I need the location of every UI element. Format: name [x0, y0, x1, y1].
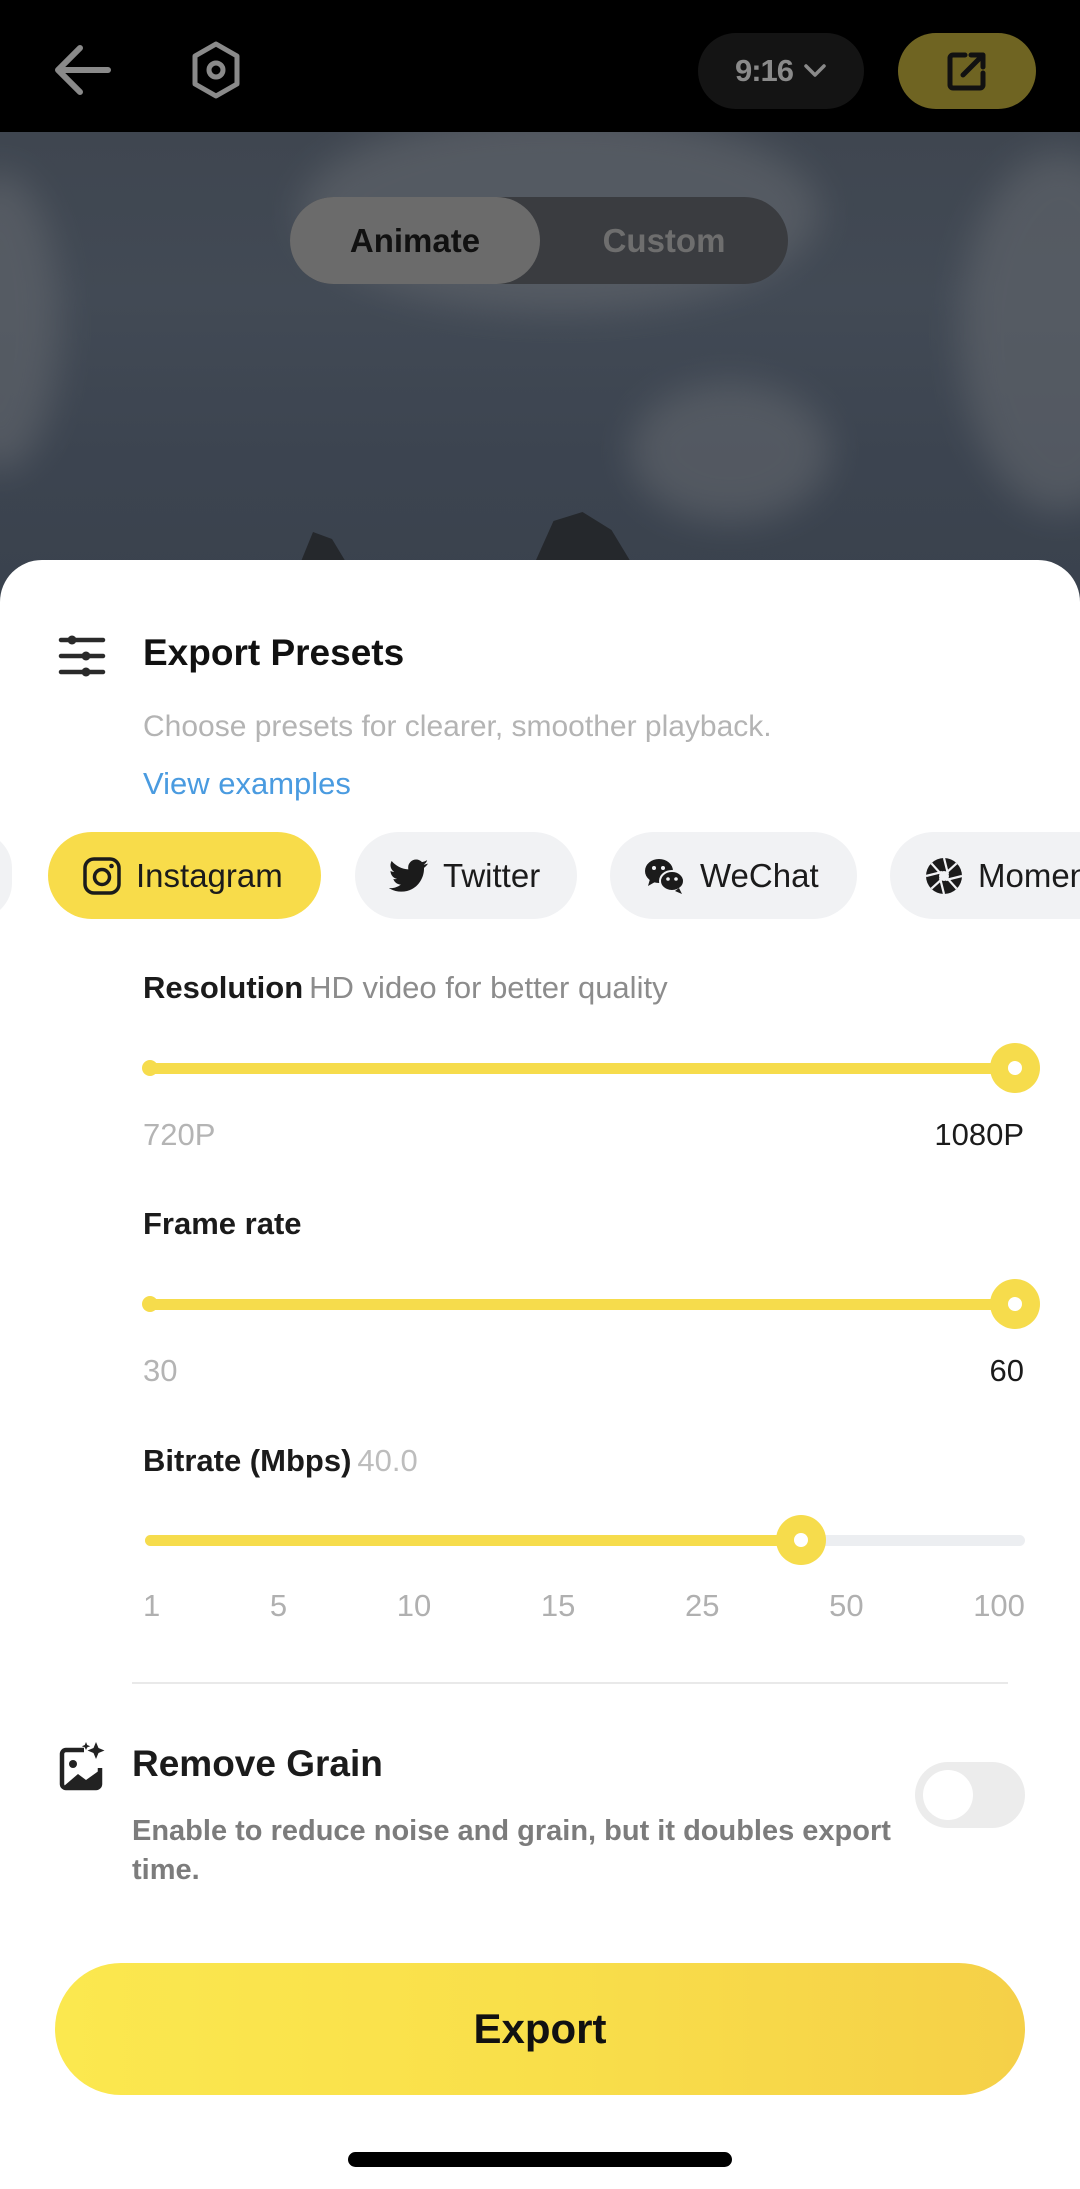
preset-chip-moments[interactable]: Moments [890, 832, 1080, 919]
cloud-shape [630, 382, 830, 522]
mode-segmented-control: Animate Custom [290, 197, 788, 284]
sliders-icon [58, 635, 106, 677]
tab-animate[interactable]: Animate [290, 197, 540, 284]
chip-label: Instagram [136, 856, 283, 894]
export-presets-title: Export Presets [143, 632, 405, 673]
tab-custom[interactable]: Custom [540, 197, 788, 284]
chip-label: WeChat [700, 856, 819, 894]
resolution-max-label: 1080P [934, 1117, 1024, 1152]
preset-chip-wechat[interactable]: WeChat [610, 832, 857, 919]
preset-chip-list[interactable]: Instagram Twitter WeChat Moments [0, 832, 1080, 919]
bitrate-tick: 1 [143, 1588, 161, 1623]
resolution-hint: HD video for better quality [309, 970, 668, 1005]
bitrate-label: Bitrate (Mbps) 40.0 [143, 1443, 418, 1479]
moments-aperture-icon [925, 857, 963, 894]
frame-rate-slider[interactable] [142, 1279, 1040, 1329]
bitrate-value: 40.0 [357, 1443, 418, 1478]
slider-start-dot [142, 1060, 158, 1076]
remove-grain-toggle[interactable] [915, 1762, 1025, 1828]
chip-label: Moments [978, 856, 1080, 894]
bitrate-tick-labels: 1 5 10 15 25 50 100 [143, 1588, 1025, 1624]
twitter-icon [389, 859, 429, 892]
export-share-icon [947, 52, 986, 91]
settings-button[interactable] [178, 35, 253, 105]
chip-label: Twitter [443, 856, 541, 894]
bitrate-tick: 15 [540, 1588, 576, 1623]
slider-knob[interactable] [990, 1043, 1040, 1093]
cloud-shape [960, 152, 1080, 512]
resolution-title: Resolution [143, 970, 304, 1005]
image-sparkle-icon [59, 1742, 105, 1791]
frame-rate-title: Frame rate [143, 1206, 302, 1241]
slider-fill [145, 1535, 801, 1546]
wechat-icon [645, 858, 685, 894]
export-button[interactable]: Export [55, 1963, 1025, 2095]
remove-grain-description: Enable to reduce noise and grain, but it… [132, 1815, 891, 1886]
chevron-down-icon [804, 64, 826, 77]
bitrate-tick: 5 [269, 1588, 288, 1623]
bitrate-title: Bitrate (Mbps) [143, 1443, 352, 1478]
view-examples-link[interactable]: View examples [143, 766, 351, 802]
resolution-slider[interactable] [142, 1043, 1040, 1093]
bitrate-tick: 50 [829, 1588, 864, 1623]
preset-chip-previous[interactable] [0, 832, 12, 919]
frame-rate-min-label: 30 [143, 1353, 178, 1388]
frame-rate-max-label: 60 [989, 1353, 1024, 1388]
slider-knob[interactable] [990, 1279, 1040, 1329]
slider-fill [145, 1063, 1025, 1074]
back-button[interactable] [45, 35, 120, 105]
aspect-ratio-value: 9:16 [734, 53, 794, 88]
aspect-ratio-dropdown[interactable]: 9:16 [698, 33, 864, 109]
frame-rate-label: Frame rate [143, 1206, 302, 1242]
resolution-label: Resolution HD video for better quality [143, 970, 668, 1006]
instagram-icon [83, 856, 121, 895]
export-presets-subtitle: Choose presets for clearer, smoother pla… [143, 710, 772, 743]
preset-chip-instagram[interactable]: Instagram [48, 832, 321, 919]
section-divider [132, 1682, 1008, 1684]
bitrate-slider[interactable] [145, 1515, 1025, 1565]
slider-knob[interactable] [776, 1515, 826, 1565]
hexagon-settings-icon [192, 41, 239, 99]
toggle-thumb [923, 1770, 973, 1820]
arrow-left-icon [54, 45, 111, 95]
bitrate-tick: 100 [973, 1588, 1025, 1623]
bitrate-tick: 10 [396, 1588, 432, 1623]
slider-start-dot [142, 1296, 158, 1312]
top-bar: 9:16 [0, 0, 1080, 132]
slider-fill [145, 1299, 1025, 1310]
preset-chip-twitter[interactable]: Twitter [355, 832, 577, 919]
cloud-shape [0, 172, 60, 472]
remove-grain-title: Remove Grain [132, 1743, 383, 1784]
home-indicator[interactable] [348, 2152, 732, 2167]
resolution-min-label: 720P [143, 1117, 216, 1152]
bitrate-tick: 25 [684, 1588, 720, 1623]
share-button[interactable] [898, 33, 1036, 109]
